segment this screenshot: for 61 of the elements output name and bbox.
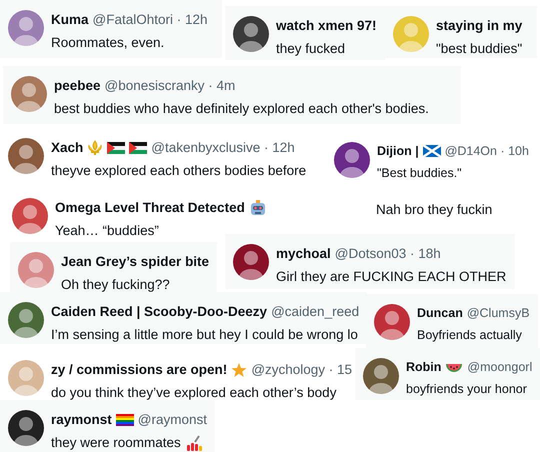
handle-and-time: @D14On · 10h (444, 143, 529, 160)
reply-text: "best buddies" (436, 40, 522, 58)
avatar (8, 10, 44, 46)
handle-and-time: @caiden_reed (271, 303, 360, 321)
display-name: Dijion | (377, 143, 419, 160)
avatar (363, 358, 399, 394)
flag-icon (129, 140, 148, 156)
display-name: mychoal (276, 245, 331, 263)
reply-text: boyfriends your honor (406, 380, 527, 398)
handle-and-time: @zychology · 15 (251, 361, 352, 379)
handle-and-time: @FatalOhtori · 12h (92, 11, 208, 29)
display-name: Caiden Reed | Scooby-Doo-Deezy (51, 303, 268, 321)
reply-text: "Best buddies." (377, 164, 462, 182)
avatar (393, 16, 429, 52)
display-name: peebee (54, 77, 101, 95)
avatar (11, 76, 47, 112)
star-icon (231, 362, 248, 378)
avatar (233, 16, 269, 52)
display-name: raymonst (51, 411, 112, 429)
avatar (8, 138, 44, 174)
reply-text: Boyfriends actually (417, 326, 522, 344)
avatar (8, 302, 44, 338)
avatar (233, 244, 269, 280)
handle-and-time: @bonesiscranky · 4m (104, 77, 236, 95)
handle-and-time: @takenbyxclusive · 12h (151, 139, 295, 157)
fleur-de-lis-icon (87, 140, 104, 156)
reply-text: Oh they fucking?? (61, 276, 170, 294)
handle-and-time: @raymonst (138, 411, 208, 429)
display-name: Jean Grey’s spider bite (61, 253, 210, 271)
handle-and-time: @ClumsyB (466, 305, 530, 322)
reply-text: do you think they’ve explored each other’s body (51, 384, 336, 402)
display-name: watch xmen 97! (276, 17, 377, 35)
display-name: Duncan (417, 305, 463, 322)
reply-text: they were roommates (51, 434, 181, 452)
reply-text: Girl they are FUCKING EACH OTHER (276, 268, 506, 286)
avatar (12, 198, 48, 234)
handle-and-time: @moongorl (467, 359, 532, 376)
reply-text: Roommates, even. (51, 34, 164, 52)
handle-and-time: @Dotson03 · 18h (334, 245, 441, 263)
display-name: Omega Level Threat Detected (55, 199, 245, 217)
reply-text: Nah bro they fuckin (376, 201, 492, 219)
avatar (334, 142, 370, 178)
nail-polish-icon (184, 435, 203, 452)
reply-text: theyve explored each others bodies before (51, 162, 306, 180)
reply-text: I’m sensing a little more but hey I could be wrong lo (51, 326, 358, 344)
reply-text: they fucked (276, 40, 346, 58)
avatar (18, 252, 54, 288)
avatar (374, 304, 410, 340)
display-name: Kuma (51, 11, 89, 29)
display-name: staying in my (436, 17, 522, 35)
reply-text: Yeah… “buddies” (55, 222, 159, 240)
display-name: Xach (51, 139, 84, 157)
flag-icon (116, 412, 134, 428)
flag-icon (107, 140, 126, 156)
avatar (8, 360, 44, 396)
flag-icon (422, 143, 441, 160)
reply-text: best buddies who have definitely explored each other's bodies. (54, 100, 429, 118)
avatar (8, 410, 44, 446)
display-name: zy / commissions are open! (51, 361, 228, 379)
robot-icon (248, 200, 267, 216)
display-name: Robin (406, 359, 442, 376)
